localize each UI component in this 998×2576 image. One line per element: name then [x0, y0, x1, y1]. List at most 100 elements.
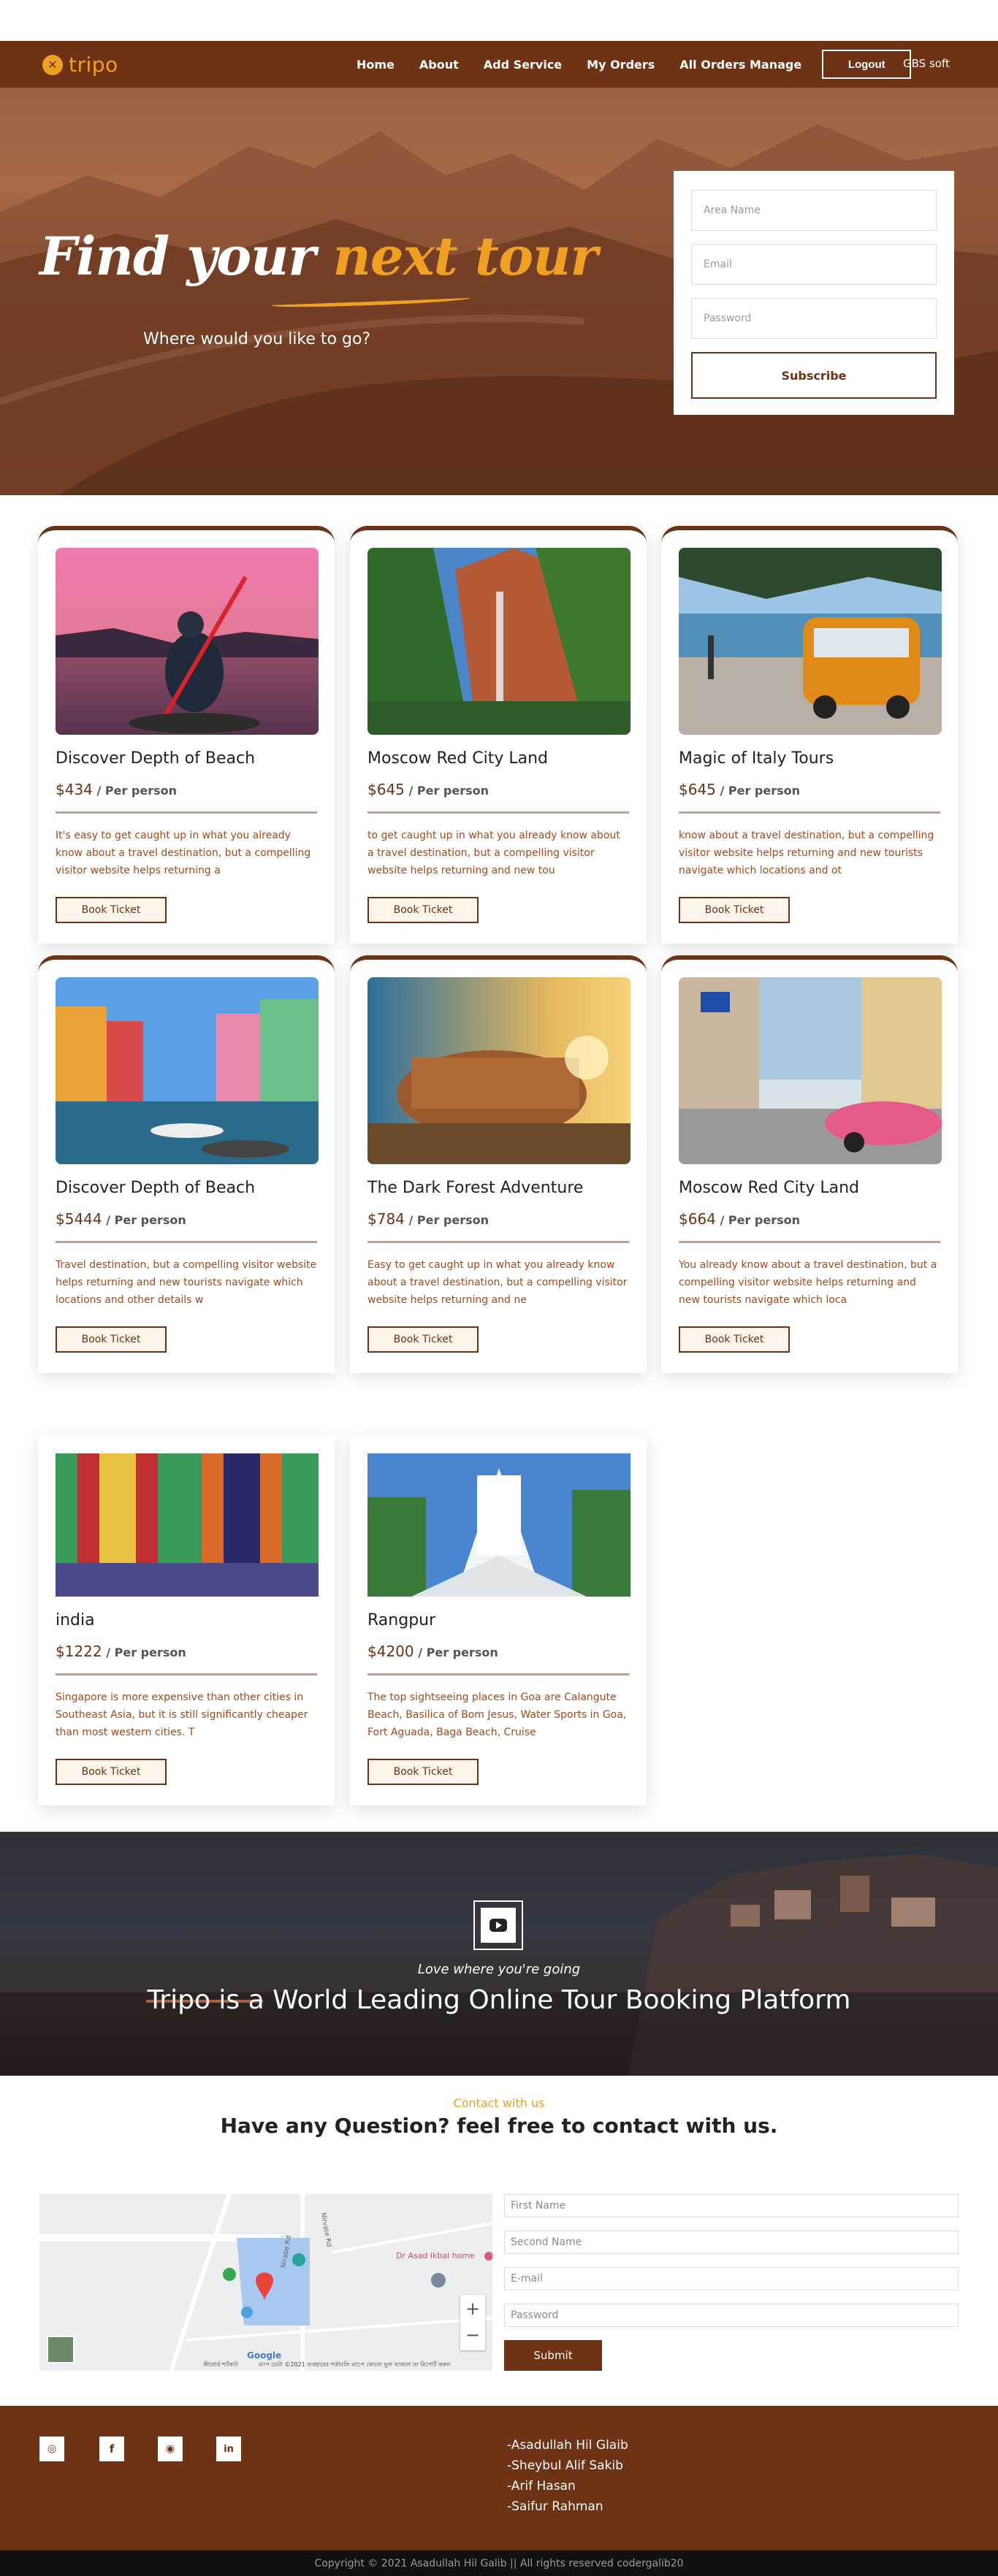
tour-title: Rangpur	[367, 1611, 436, 1629]
book-ticket-button[interactable]: Book Ticket	[679, 1326, 790, 1353]
nav-link-all-orders-manage[interactable]: All Orders Manage	[679, 58, 801, 72]
map-shortcuts[interactable]: কীবোর্ড শর্টকাট	[203, 2361, 238, 2370]
tour-description: Travel destination, but a compelling vis…	[56, 1259, 317, 1306]
tour-title: The Dark Forest Adventure	[367, 1179, 584, 1197]
password-input[interactable]	[504, 2304, 959, 2327]
logout-button[interactable]: Logout	[822, 50, 912, 79]
tour-title: Discover Depth of Beach	[56, 1179, 256, 1197]
tour-description: It's easy to get caught up in what you a…	[56, 830, 311, 876]
tour-card: The Dark Forest Adventure $784 / Per per…	[350, 955, 647, 1373]
tour-card: Magic of Italy Tours $645 / Per person k…	[661, 526, 958, 944]
book-ticket-button[interactable]: Book Ticket	[56, 897, 167, 923]
navbar: ✕ tripo Home About Add Service My Orders…	[0, 41, 998, 88]
tour-card: india $1222 / Per person Singapore is mo…	[38, 1436, 335, 1805]
facebook-icon[interactable]: f	[99, 2437, 124, 2461]
first-name-input[interactable]	[504, 2194, 959, 2217]
contact-form: Submit	[504, 2194, 959, 2371]
subscribe-form: Subscribe	[674, 171, 954, 415]
banner-tagline: Love where you're going	[417, 1962, 581, 1977]
team-list: -Asadullah Hil Glaib -Sheybul Alif Sakib…	[507, 2435, 628, 2517]
team-member: -Sheybul Alif Sakib	[507, 2458, 623, 2473]
tour-price: $664 / Per person	[679, 1210, 801, 1228]
github-icon[interactable]: ◉	[158, 2437, 183, 2461]
divider	[367, 1241, 629, 1243]
tour-card: Discover Depth of Beach $5444 / Per pers…	[38, 955, 335, 1373]
tour-image-colosseum	[367, 977, 631, 1164]
tour-image-pink-classic-car	[679, 977, 942, 1164]
nav-links: Home About Add Service My Orders All Ord…	[357, 41, 912, 88]
nav-link-my-orders[interactable]: My Orders	[587, 58, 655, 72]
divider	[367, 1673, 629, 1675]
password-input[interactable]	[691, 298, 937, 339]
divider	[56, 1673, 317, 1675]
map-place-label: Dr Asad ikbal home	[396, 2251, 475, 2260]
zoom-out-button[interactable]: −	[460, 2323, 485, 2350]
second-name-input[interactable]	[504, 2231, 959, 2254]
user-name: GBS soft	[903, 57, 950, 70]
tour-description: You already know about a travel destinat…	[679, 1259, 937, 1306]
book-ticket-button[interactable]: Book Ticket	[367, 1326, 479, 1353]
tour-image-orange-van-beach	[679, 548, 942, 735]
tour-price: $645 / Per person	[679, 781, 801, 798]
banner-coastal-town-background	[0, 1854, 998, 2076]
footer: ◎ f ◉ in -Asadullah Hil Glaib -Sheybul A…	[0, 2406, 998, 2550]
submit-button[interactable]: Submit	[504, 2340, 602, 2371]
divider	[56, 811, 317, 814]
divider	[56, 1241, 317, 1243]
tour-title: india	[56, 1611, 95, 1629]
tour-price: $1222 / Per person	[56, 1643, 186, 1660]
tour-card: Discover Depth of Beach $434 / Per perso…	[38, 526, 335, 944]
tour-description: Singapore is more expensive than other c…	[56, 1692, 308, 1738]
team-member: -Saifur Rahman	[507, 2499, 603, 2514]
hero-section: Find your next tour Where would you like…	[0, 88, 998, 495]
map-zoom-control: + −	[460, 2295, 485, 2350]
email-input[interactable]	[504, 2267, 959, 2290]
tour-image-people-scarves	[56, 1453, 319, 1597]
tour-price: $5444 / Per person	[56, 1210, 186, 1228]
play-video-button[interactable]	[473, 1900, 523, 1950]
area-name-input[interactable]	[691, 190, 937, 231]
tour-image-canal-houses	[56, 977, 319, 1164]
tour-card: Moscow Red City Land $645 / Per person t…	[350, 526, 647, 944]
nav-link-home[interactable]: Home	[357, 58, 395, 72]
book-ticket-button[interactable]: Book Ticket	[679, 897, 790, 923]
hero-title: Find your next tour	[39, 225, 598, 287]
tour-card: Rangpur $4200 / Per person The top sight…	[350, 1436, 647, 1805]
divider	[679, 811, 940, 814]
zoom-in-button[interactable]: +	[460, 2295, 485, 2323]
map-satellite-toggle[interactable]	[47, 2336, 75, 2363]
hero-subtitle: Where would you like to go?	[143, 330, 371, 348]
contact-kicker: Contact with us	[453, 2096, 545, 2110]
instagram-icon[interactable]: ◎	[39, 2437, 64, 2461]
nav-link-about[interactable]: About	[419, 58, 459, 72]
tour-price: $645 / Per person	[367, 781, 490, 798]
tour-price: $4200 / Per person	[367, 1643, 498, 1660]
book-ticket-button[interactable]: Book Ticket	[56, 1759, 167, 1785]
map-copyright: ম্যাপ ডেটা ©2021 ব্যবহারের শর্তাবলি ম্যা…	[259, 2361, 451, 2368]
book-ticket-button[interactable]: Book Ticket	[56, 1326, 167, 1353]
linkedin-icon[interactable]: in	[216, 2437, 241, 2461]
book-ticket-button[interactable]: Book Ticket	[367, 897, 479, 923]
google-map[interactable]: Dr Asad ikbal home Nirabe Rd Nirvate Rd …	[39, 2194, 492, 2371]
tour-title: Moscow Red City Land	[679, 1179, 859, 1197]
contact-title: Have any Question? feel free to contact …	[220, 2114, 778, 2138]
tour-description: know about a travel destination, but a c…	[679, 830, 934, 876]
tour-card: Moscow Red City Land $664 / Per person Y…	[661, 955, 958, 1373]
copyright-bar: Copyright © 2021 Asadullah Hil Galib || …	[0, 2550, 998, 2576]
book-ticket-button[interactable]: Book Ticket	[367, 1759, 479, 1785]
nav-link-add-service[interactable]: Add Service	[484, 58, 562, 72]
tour-description: Easy to get caught up in what you alread…	[367, 1259, 628, 1306]
tour-title: Discover Depth of Beach	[56, 749, 256, 768]
banner-title: Tripo is a World Leading Online Tour Boo…	[147, 1985, 851, 2015]
tour-image-white-church	[367, 1453, 631, 1597]
tour-title: Moscow Red City Land	[367, 749, 548, 768]
divider	[679, 1241, 940, 1243]
divider	[367, 811, 629, 814]
tour-description: to get caught up in what you already kno…	[367, 830, 620, 876]
team-member: -Asadullah Hil Glaib	[507, 2438, 628, 2453]
youtube-play-icon	[490, 1919, 507, 1932]
email-input[interactable]	[691, 244, 937, 285]
subscribe-button[interactable]: Subscribe	[691, 352, 937, 399]
brand-logo[interactable]: ✕ tripo	[42, 53, 118, 77]
tour-image-canyon-waterfall	[367, 548, 631, 735]
